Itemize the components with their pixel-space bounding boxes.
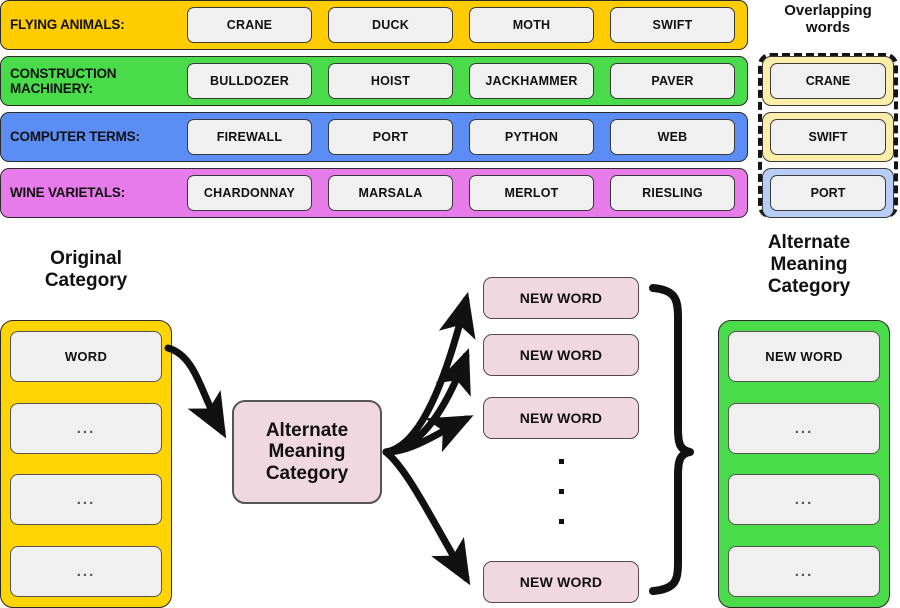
- word-cell[interactable]: HOIST: [328, 63, 453, 99]
- word-cell[interactable]: PAVER: [610, 63, 735, 99]
- title-line-1: Alternate: [767, 232, 851, 253]
- new-word-box[interactable]: NEW WORD: [483, 334, 639, 376]
- arrow-category-to-newword-1: [382, 291, 476, 456]
- title-line-3: Category: [767, 276, 851, 298]
- arrow-category-to-newword-4: [382, 448, 471, 586]
- title-line-2: Category: [44, 270, 128, 292]
- diagram-canvas: FLYING ANIMALS: CRANE DUCK MOTH SWIFT CO…: [0, 0, 900, 608]
- category-label: COMPUTER TERMS:: [10, 129, 140, 145]
- word-cell[interactable]: MOTH: [469, 7, 594, 43]
- alternate-item-new-word[interactable]: NEW WORD: [728, 331, 880, 382]
- arrow-category-to-newword-3: [382, 415, 474, 456]
- arrow-category-to-newword-2: [382, 348, 471, 456]
- overlap-cell-swift[interactable]: SWIFT: [762, 112, 894, 162]
- ellipsis-dot: [559, 489, 564, 494]
- arrow-word-to-category: [164, 344, 227, 439]
- alternate-item-placeholder[interactable]: ...: [728, 474, 880, 526]
- category-label: FLYING ANIMALS:: [10, 17, 125, 33]
- alternate-meaning-category-title: Alternate Meaning Category: [722, 232, 896, 298]
- category-label: WINE VARIETALS:: [10, 185, 125, 201]
- original-item-placeholder[interactable]: ...: [10, 402, 162, 454]
- category-row-flying-animals: FLYING ANIMALS: CRANE DUCK MOTH SWIFT: [0, 0, 748, 50]
- original-item-word[interactable]: WORD: [10, 331, 162, 382]
- amc-label: Alternate Meaning Category: [265, 419, 349, 484]
- category-row-construction-machinery: CONSTRUCTION MACHINERY: BULLDOZER HOIST J…: [0, 56, 748, 106]
- word-cell[interactable]: RIESLING: [610, 175, 735, 211]
- ellipsis-dot: [559, 519, 564, 524]
- word-cell[interactable]: BULLDOZER: [187, 63, 312, 99]
- new-word-box[interactable]: NEW WORD: [483, 397, 639, 439]
- word-cell[interactable]: CHARDONNAY: [187, 175, 312, 211]
- alternate-item-placeholder[interactable]: ...: [728, 402, 880, 454]
- title-line-1: Original: [50, 248, 122, 269]
- word-cell[interactable]: WEB: [610, 119, 735, 155]
- overlap-word: PORT: [770, 175, 886, 211]
- word-cell[interactable]: PORT: [328, 119, 453, 155]
- word-cell[interactable]: MERLOT: [469, 175, 594, 211]
- word-cell[interactable]: CRANE: [187, 7, 312, 43]
- alternate-category-stack: NEW WORD ... ... ...: [718, 320, 890, 608]
- overlapping-words-header: Overlapping words: [784, 2, 872, 37]
- word-cell[interactable]: SWIFT: [610, 7, 735, 43]
- original-item-placeholder[interactable]: ...: [10, 545, 162, 597]
- original-category-title: Original Category: [0, 248, 172, 292]
- word-cell[interactable]: JACKHAMMER: [469, 63, 594, 99]
- ellipsis-dot: [559, 459, 564, 464]
- overlap-cell-crane[interactable]: CRANE: [762, 56, 894, 106]
- alternate-item-placeholder[interactable]: ...: [728, 545, 880, 597]
- original-category-stack: WORD ... ... ...: [0, 320, 172, 608]
- category-row-wine-varietals: WINE VARIETALS: CHARDONNAY MARSALA MERLO…: [0, 168, 748, 218]
- overlap-cell-port[interactable]: PORT: [762, 168, 894, 218]
- new-word-box[interactable]: NEW WORD: [483, 561, 639, 603]
- category-row-computer-terms: COMPUTER TERMS: FIREWALL PORT PYTHON WEB: [0, 112, 748, 162]
- word-cell[interactable]: DUCK: [328, 7, 453, 43]
- alternate-meaning-category-node[interactable]: Alternate Meaning Category: [232, 400, 382, 504]
- grouping-brace: [649, 284, 694, 595]
- word-cell[interactable]: FIREWALL: [187, 119, 312, 155]
- new-word-box[interactable]: NEW WORD: [483, 277, 639, 319]
- word-cell[interactable]: PYTHON: [469, 119, 594, 155]
- overlap-word: CRANE: [770, 63, 886, 99]
- category-label: CONSTRUCTION MACHINERY:: [10, 65, 117, 96]
- overlap-word: SWIFT: [770, 119, 886, 155]
- title-line-2: Meaning: [770, 254, 848, 276]
- original-item-placeholder[interactable]: ...: [10, 474, 162, 526]
- word-cell[interactable]: MARSALA: [328, 175, 453, 211]
